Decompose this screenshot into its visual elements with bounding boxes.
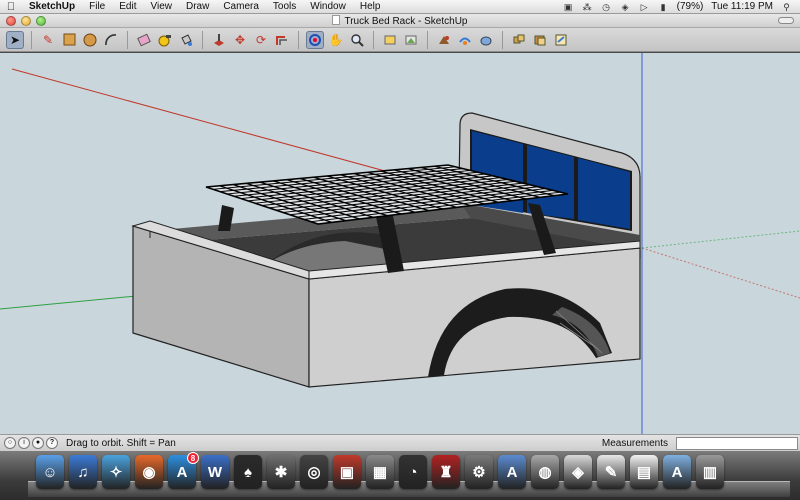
eraser-icon[interactable] [135, 31, 153, 49]
status-bar: ○ i ● ? Drag to orbit. Shift = Pan Measu… [0, 434, 800, 451]
dock-bucket-app-icon[interactable]: ◍ [531, 455, 559, 489]
measurements-input[interactable] [676, 436, 798, 450]
credits-icon[interactable]: i [18, 437, 30, 449]
dock-photo-app-icon[interactable]: ◈ [564, 455, 592, 489]
geo-location-icon[interactable]: ○ [4, 437, 16, 449]
red-axis [11, 68, 397, 175]
dock-safari-icon[interactable]: ✧ [102, 455, 130, 489]
main-toolbar: ➤ ✎ ✥ ⟳ ✋ [0, 28, 800, 52]
dock-itunes-icon[interactable]: ♫ [69, 455, 97, 489]
volume-icon[interactable]: ▷ [639, 2, 650, 12]
dock-trash-icon[interactable]: ▥ [696, 455, 724, 489]
status-text: Drag to orbit. Shift = Pan [66, 437, 176, 449]
spotlight-icon[interactable]: ⚲ [781, 2, 792, 12]
battery-percent: (79%) [676, 1, 704, 12]
menu-tools[interactable]: Tools [266, 1, 303, 12]
apple-menu-icon[interactable]:  [0, 1, 22, 13]
offset-icon[interactable] [273, 31, 291, 49]
bluetooth-icon[interactable]: ⁂ [582, 2, 593, 12]
user-icon[interactable]: ● [32, 437, 44, 449]
dock-sketchup-chair-icon[interactable]: ♜ [432, 455, 460, 489]
dock-system-preferences-icon[interactable]: ⚙ [465, 455, 493, 489]
select-tool-icon[interactable]: ➤ [6, 30, 24, 49]
time-machine-icon[interactable]: ◷ [601, 2, 612, 12]
menu-window[interactable]: Window [303, 1, 353, 12]
pan-icon[interactable]: ✋ [327, 31, 345, 49]
menu-extras: ▣ ⁂ ◷ ◈ ▷ ▮ (79%) Tue 11:19 PM ⚲ [563, 1, 800, 12]
share-model-icon[interactable] [477, 31, 495, 49]
dock-document-icon[interactable]: ▤ [630, 455, 658, 489]
zoom-extents-icon[interactable] [381, 31, 399, 49]
menu-help[interactable]: Help [353, 1, 388, 12]
arc-icon[interactable] [102, 31, 120, 49]
window-titlebar: Truck Bed Rack - SketchUp [0, 14, 800, 28]
dock-bug-app-icon[interactable]: ✱ [267, 455, 295, 489]
window-title: Truck Bed Rack - SketchUp [0, 15, 800, 27]
battery-icon[interactable]: ▮ [658, 2, 669, 12]
menu-edit[interactable]: Edit [112, 1, 143, 12]
dock-photo-booth-icon[interactable]: ▣ [333, 455, 361, 489]
dock-finder-icon[interactable]: ☺ [36, 455, 64, 489]
menu-clock[interactable]: Tue 11:19 PM [711, 1, 773, 12]
dock-badge: 8 [187, 452, 199, 464]
dock-text-edit-icon[interactable]: ✎ [597, 455, 625, 489]
menu-draw[interactable]: Draw [179, 1, 216, 12]
previous-view-icon[interactable] [402, 31, 420, 49]
dock-camera-icon[interactable]: ◎ [300, 455, 328, 489]
follow-me-icon[interactable] [435, 31, 453, 49]
move-icon[interactable]: ✥ [231, 31, 249, 49]
menu-camera[interactable]: Camera [216, 1, 266, 12]
menu-app-name[interactable]: SketchUp [22, 1, 82, 12]
paint-bucket-icon[interactable] [177, 31, 195, 49]
help-icon[interactable]: ? [46, 437, 58, 449]
rectangle-icon[interactable] [60, 31, 78, 49]
circle-icon[interactable] [81, 31, 99, 49]
model-viewport[interactable] [0, 53, 800, 434]
tape-measure-icon[interactable] [156, 31, 174, 49]
dock-applications-folder-icon[interactable]: A [663, 455, 691, 489]
layers-icon[interactable] [531, 31, 549, 49]
rotate-icon[interactable]: ⟳ [252, 31, 270, 49]
dock-app-store-icon[interactable]: A8 [168, 452, 199, 489]
document-icon [332, 15, 341, 25]
components-icon[interactable] [510, 31, 528, 49]
toolbar-toggle-icon[interactable] [778, 17, 794, 24]
dock-font-app-icon[interactable]: A [498, 455, 526, 489]
wifi-icon[interactable]: ◈ [620, 2, 631, 12]
get-models-icon[interactable] [456, 31, 474, 49]
dock: ☺ ♫ ✧ ◉ A 8 W ♠ ✱ ◎ ▣ ▦ ◔ ♜ ⚙ A ◍ ◈ ✎ ▤ A ▥ [0, 451, 800, 500]
dock-preview-icon[interactable]: ▦ [366, 455, 394, 489]
dock-time-machine-icon[interactable]: ◔ [399, 455, 427, 489]
dropbox-icon[interactable]: ▣ [563, 2, 574, 12]
pencil-icon[interactable]: ✎ [39, 31, 57, 49]
menu-bar:  SketchUp File Edit View Draw Camera To… [0, 0, 800, 14]
dock-word-icon[interactable]: W [201, 455, 229, 489]
push-pull-icon[interactable] [210, 31, 228, 49]
truck-bed-model [0, 53, 800, 434]
dock-solitaire-icon[interactable]: ♠ [234, 455, 262, 489]
menu-view[interactable]: View [143, 1, 179, 12]
dock-firefox-icon[interactable]: ◉ [135, 455, 163, 489]
zoom-icon[interactable] [348, 31, 366, 49]
orbit-icon[interactable] [306, 30, 324, 49]
styles-icon[interactable] [552, 31, 570, 49]
measurements-label: Measurements [601, 437, 668, 449]
menu-file[interactable]: File [82, 1, 112, 12]
